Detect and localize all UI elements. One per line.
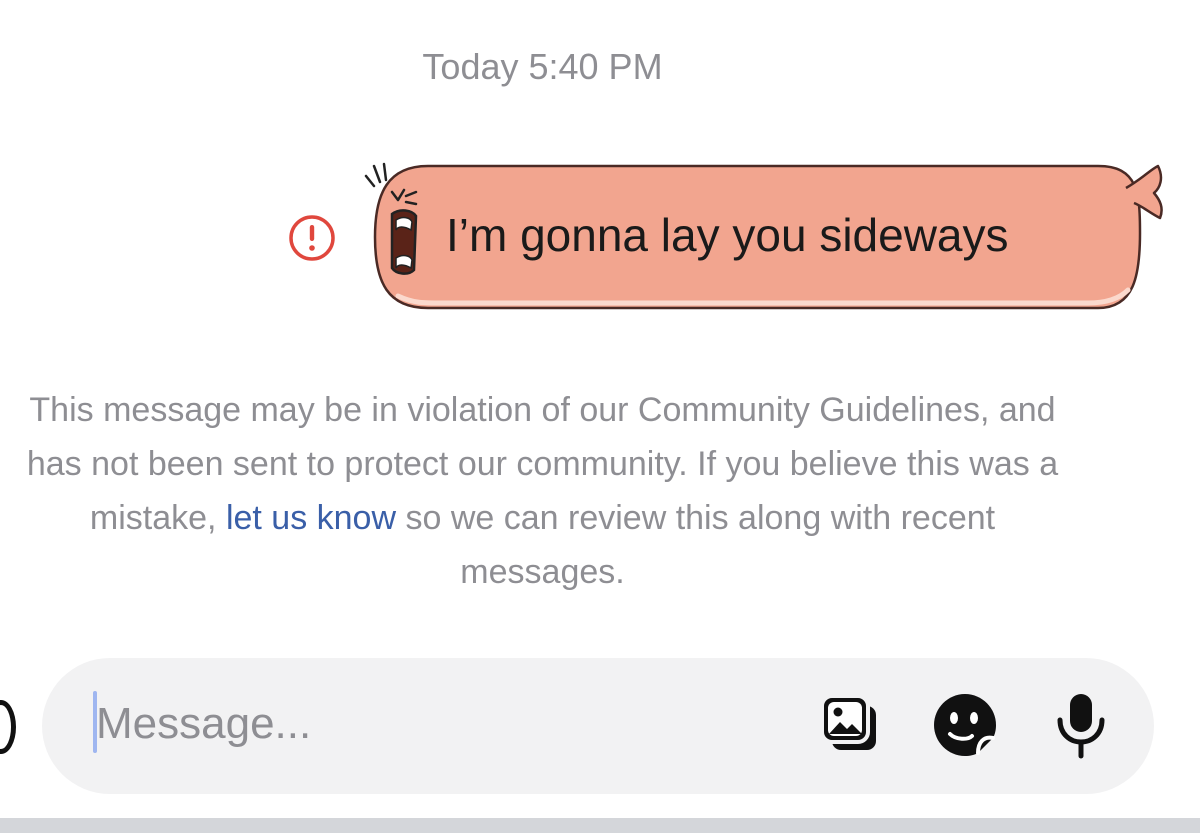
gallery-icon[interactable] (816, 688, 886, 758)
message-text: I’m gonna lay you sideways (446, 209, 1009, 261)
shouting-can-sticker-icon (384, 182, 424, 282)
message-bubble[interactable]: I’m gonna lay you sideways (358, 158, 1166, 316)
sticker-icon[interactable] (930, 690, 1000, 760)
message-input[interactable] (96, 694, 696, 754)
microphone-icon[interactable] (1046, 690, 1116, 760)
moderation-notice: This message may be in violation of our … (20, 383, 1065, 599)
let-us-know-link[interactable]: let us know (226, 499, 396, 537)
camera-button-partial[interactable] (0, 700, 16, 754)
message-timestamp: Today 5:40 PM (422, 46, 663, 87)
notice-text-after: so we can review this along with recent … (396, 499, 996, 591)
chat-screen: Today 5:40 PM I’m gonna lay you sideways… (0, 0, 1200, 833)
error-exclamation-circle-icon[interactable] (287, 213, 337, 263)
bottom-divider (0, 818, 1200, 833)
